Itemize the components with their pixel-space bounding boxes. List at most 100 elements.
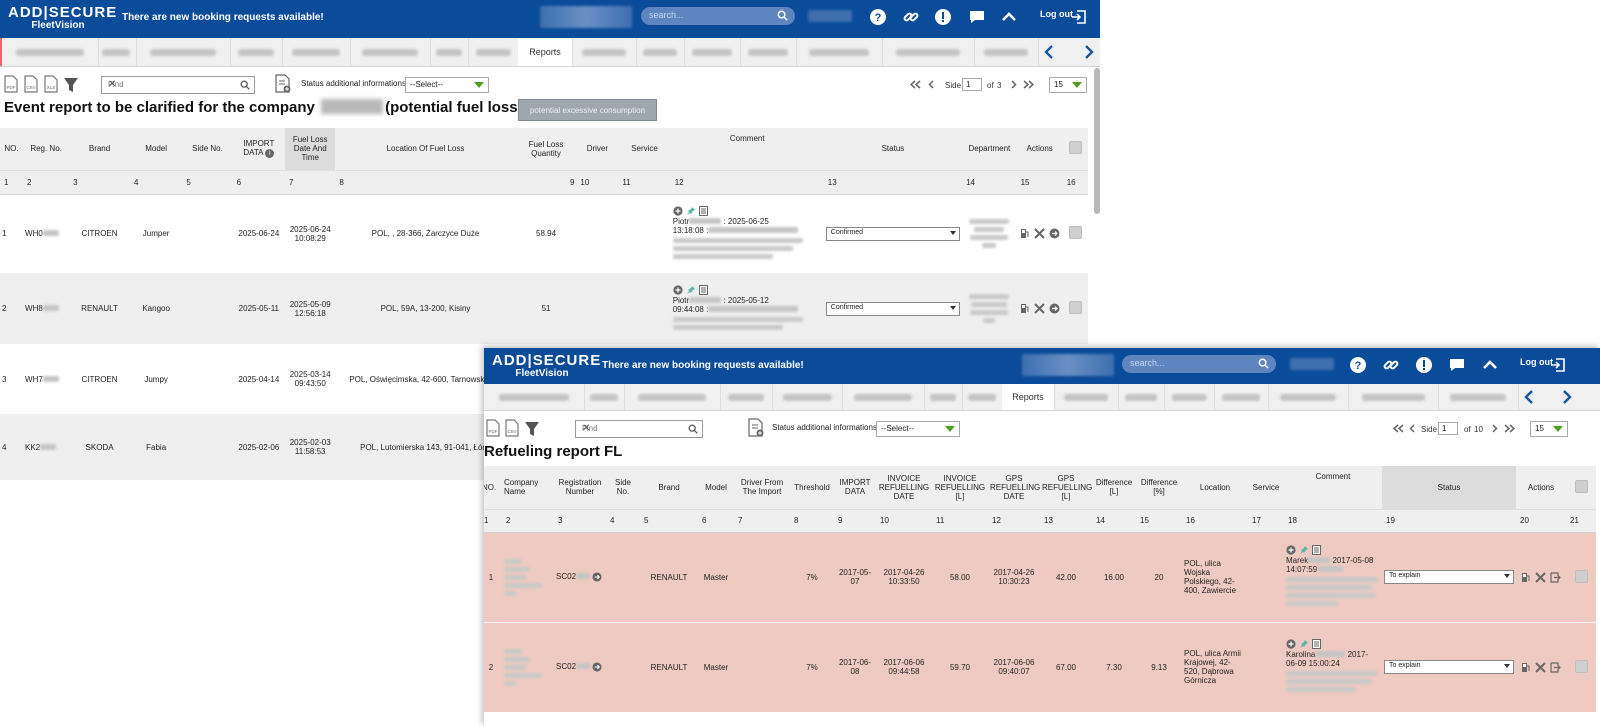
notes-icon[interactable] [698,284,708,295]
tab-redacted[interactable] [1438,384,1519,410]
addsecure-logo[interactable]: ADD|SECURE FleetVision [8,5,116,31]
tab-redacted[interactable] [882,38,975,66]
tab-redacted[interactable] [1268,384,1349,410]
export-icon[interactable] [1550,571,1561,583]
col-service[interactable]: Service [1248,466,1284,509]
col-gps-date[interactable]: GPS REFUELLING DATE [988,466,1040,509]
tab-reports[interactable]: Reports [1002,384,1055,410]
tab-redacted[interactable] [924,384,963,410]
next-page-icon[interactable] [1010,80,1017,89]
global-search-input[interactable]: search... [1122,355,1276,373]
select-all-checkbox[interactable] [1068,141,1082,155]
prev-page-icon[interactable] [1409,424,1416,433]
logout-icon[interactable] [1069,7,1089,27]
col-gps-liters[interactable]: GPS REFUELLING [L] [1040,466,1092,509]
export-icon[interactable] [1550,661,1561,673]
potential-excessive-consumption-button[interactable]: potential excessive consumption [518,99,657,121]
col-status[interactable]: Status [1382,466,1516,509]
status-select[interactable]: To explain [1384,570,1514,584]
table-row[interactable]: 2 SC02 RENAULT Master 7% 2017-06-08 2017… [484,622,1596,713]
col-actions[interactable]: Actions [1017,128,1063,170]
tab-redacted[interactable] [430,38,469,66]
link-icon[interactable] [901,7,921,27]
col-company-name[interactable]: Company Name [502,466,554,509]
col-select-all[interactable] [1566,466,1596,509]
xls-export-icon[interactable]: XLS [44,75,58,93]
notes-icon[interactable] [1312,545,1321,555]
messages-icon[interactable] [967,7,987,27]
col-no[interactable]: NO. [0,128,23,170]
service-tools-icon[interactable] [1535,571,1546,583]
row-checkbox[interactable] [1574,659,1588,673]
find-input[interactable]: Find ✕ [575,420,703,438]
go-arrow-icon[interactable] [1049,228,1060,239]
clear-icon[interactable]: ✕ [108,79,236,90]
go-arrow-icon[interactable] [592,662,602,672]
next-page-icon[interactable] [1491,424,1498,433]
col-no[interactable]: NO. [484,466,502,509]
tab-redacted[interactable] [772,384,843,410]
page-number-input[interactable]: 1 [962,78,982,91]
add-comment-icon[interactable] [673,206,683,216]
col-brand[interactable]: Brand [69,128,130,170]
go-arrow-icon[interactable] [1049,303,1060,314]
tab-redacted[interactable] [350,38,431,66]
tab-redacted[interactable] [96,38,137,66]
notes-icon[interactable] [1312,639,1321,649]
col-actions[interactable]: Actions [1516,466,1566,509]
help-icon[interactable]: ? [868,7,888,27]
tabs-scroll-left-icon[interactable] [1038,38,1060,66]
col-location[interactable]: Location Of Fuel Loss [335,128,515,170]
col-driver[interactable]: Driver [576,128,618,170]
booking-notice[interactable]: There are new booking requests available… [602,360,804,371]
col-brand[interactable]: Brand [640,466,698,509]
tab-redacted[interactable] [136,38,231,66]
col-difference-p[interactable]: Difference [%] [1136,466,1182,509]
col-model[interactable]: Model [698,466,734,509]
add-comment-icon[interactable] [1286,639,1296,649]
tab-redacted[interactable] [842,384,925,410]
col-comment[interactable]: Comment [671,128,824,170]
col-import-data[interactable]: IMPORT DATA [834,466,876,509]
tabs-scroll-left-icon[interactable] [1518,384,1540,410]
logout-icon[interactable] [1548,355,1568,375]
service-tools-icon[interactable] [1033,228,1045,239]
table-row[interactable]: 1 WH0 CITROEN Jumper 2025-06-24 2025-06-… [0,194,1088,273]
find-input[interactable]: Find ✕ [101,76,255,94]
search-icon[interactable] [688,424,698,434]
info-icon[interactable]: i [265,149,275,159]
status-select[interactable]: Confirmed [825,301,961,316]
page-size-select[interactable]: 15 [1049,77,1087,93]
go-arrow-icon[interactable] [592,572,602,582]
tab-redacted[interactable] [1118,384,1165,410]
first-page-icon[interactable] [1392,424,1404,433]
col-select-all[interactable] [1063,128,1088,170]
status-select[interactable]: Confirmed [825,226,961,241]
tab-redacted[interactable] [0,38,99,66]
filter-icon[interactable] [63,76,79,94]
prev-page-icon[interactable] [928,80,935,89]
vertical-scrollbar[interactable] [1094,68,1100,214]
col-threshold[interactable]: Threshold [790,466,834,509]
col-reg-no[interactable]: Reg. No. [23,128,69,170]
row-checkbox[interactable] [1068,226,1082,240]
tab-redacted[interactable] [796,38,883,66]
add-document-icon[interactable] [748,418,764,437]
col-model[interactable]: Model [130,128,182,170]
collapse-up-icon[interactable] [1480,355,1500,375]
add-document-icon[interactable] [275,74,291,93]
tab-redacted[interactable] [572,38,637,66]
tab-redacted[interactable] [1164,384,1215,410]
tab-redacted[interactable] [624,384,721,410]
link-icon[interactable] [1381,355,1401,375]
col-comment[interactable]: Comment [1284,466,1382,509]
pin-icon[interactable] [686,285,696,295]
account-name-redacted[interactable] [1290,358,1334,370]
search-icon[interactable] [240,80,250,90]
csv-export-icon[interactable]: CSV [24,75,38,93]
tab-reports[interactable]: Reports [518,38,573,66]
col-registration-number[interactable]: Registration Number [554,466,606,509]
last-page-icon[interactable] [1504,424,1516,433]
col-invoice-liters[interactable]: INVOICE REFUELLING [L] [932,466,988,509]
tab-redacted[interactable] [468,38,519,66]
